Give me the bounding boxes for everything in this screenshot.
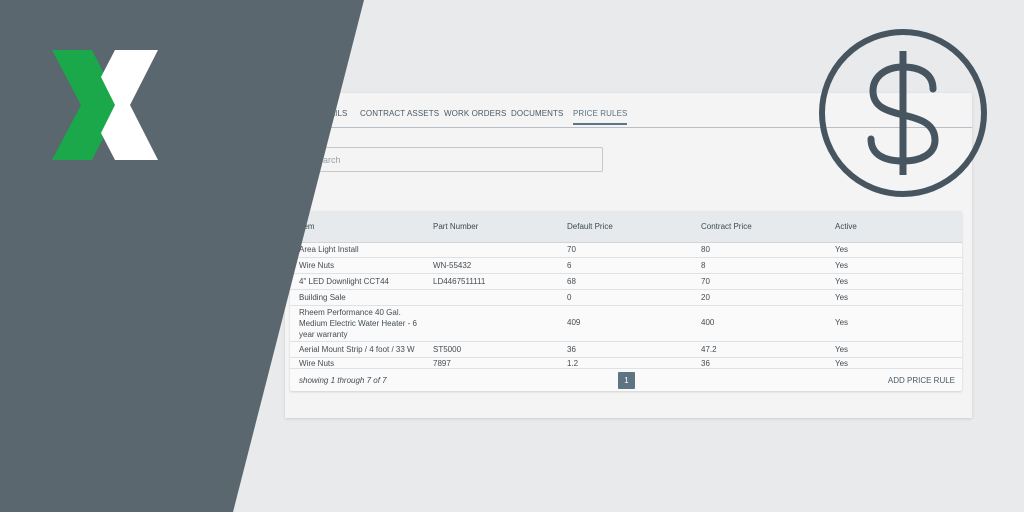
cell-default-price: 70	[567, 245, 576, 254]
cell-contract-price: 20	[701, 293, 710, 302]
column-header-active[interactable]: Active	[835, 222, 857, 231]
cell-part-number: LD4467511111	[433, 277, 486, 286]
cell-contract-price: 400	[701, 318, 715, 327]
cell-item: Area Light Install	[299, 245, 359, 254]
table-row[interactable]: Building Sale 0 20 Yes	[290, 290, 962, 306]
x-logo	[52, 50, 158, 160]
column-header-contract-price[interactable]: Contract Price	[701, 222, 752, 231]
table-footer: showing 1 through 7 of 7 1 ADD PRICE RUL…	[290, 368, 962, 392]
cell-active: Yes	[835, 293, 849, 302]
cell-item: Aerial Mount Strip / 4 foot / 33 W	[299, 345, 415, 354]
tab-work-orders[interactable]: WORK ORDERS	[444, 109, 506, 118]
cell-item: Wire Nuts	[299, 261, 335, 270]
cell-item: Wire Nuts	[299, 359, 335, 368]
table-row[interactable]: Rheem Performance 40 Gal. Medium Electri…	[290, 306, 962, 342]
table-row[interactable]: Wire Nuts WN-55432 6 8 Yes	[290, 258, 962, 274]
cell-default-price: 1.2	[567, 359, 579, 368]
search-box[interactable]	[289, 147, 603, 172]
cell-item: Rheem Performance 40 Gal. Medium Electri…	[299, 308, 417, 339]
cell-contract-price: 47.2	[701, 345, 717, 354]
cell-item: Building Sale	[299, 293, 346, 302]
cell-active: Yes	[835, 261, 849, 270]
cell-default-price: 0	[567, 293, 572, 302]
table-header: Item Part Number Default Price Contract …	[290, 211, 962, 243]
cell-contract-price: 8	[701, 261, 706, 270]
column-header-item[interactable]: Item	[299, 222, 315, 231]
cell-active: Yes	[835, 345, 849, 354]
cell-default-price: 409	[567, 318, 581, 327]
dollar-circle-icon	[819, 29, 987, 197]
table-row[interactable]: 4" LED Downlight CCT44 LD4467511111 68 7…	[290, 274, 962, 290]
cell-active: Yes	[835, 359, 849, 368]
page-1-button[interactable]: 1	[618, 372, 635, 389]
cell-active: Yes	[835, 245, 849, 254]
cell-default-price: 68	[567, 277, 576, 286]
cell-part-number: 7897	[433, 359, 451, 368]
cell-contract-price: 36	[701, 359, 710, 368]
column-header-part-number[interactable]: Part Number	[433, 222, 478, 231]
table-row[interactable]: Wire Nuts 7897 1.2 36 Yes	[290, 358, 962, 368]
table-row[interactable]: Area Light Install 70 80 Yes	[290, 242, 962, 258]
table-row[interactable]: Aerial Mount Strip / 4 foot / 33 W ST500…	[290, 342, 962, 358]
tab-contract-assets[interactable]: CONTRACT ASSETS	[360, 109, 439, 118]
cell-default-price: 6	[567, 261, 572, 270]
cell-part-number: ST5000	[433, 345, 462, 354]
cell-active: Yes	[835, 277, 849, 286]
tab-documents[interactable]: DOCUMENTS	[511, 109, 563, 118]
tab-details[interactable]: DETAILS	[314, 109, 347, 118]
cell-active: Yes	[835, 318, 849, 327]
cell-default-price: 36	[567, 345, 576, 354]
add-price-rule-button[interactable]: ADD PRICE RULE	[888, 376, 955, 385]
cell-contract-price: 70	[701, 277, 710, 286]
cell-part-number: WN-55432	[433, 261, 472, 270]
cell-contract-price: 80	[701, 245, 710, 254]
column-header-default-price[interactable]: Default Price	[567, 222, 613, 231]
search-icon	[296, 154, 308, 166]
tab-price-rules[interactable]: PRICE RULES	[573, 109, 628, 125]
pagination-summary: showing 1 through 7 of 7	[299, 376, 387, 385]
cell-item: 4" LED Downlight CCT44	[299, 277, 389, 286]
search-input[interactable]	[312, 152, 592, 167]
price-rules-table: Item Part Number Default Price Contract …	[290, 211, 962, 391]
